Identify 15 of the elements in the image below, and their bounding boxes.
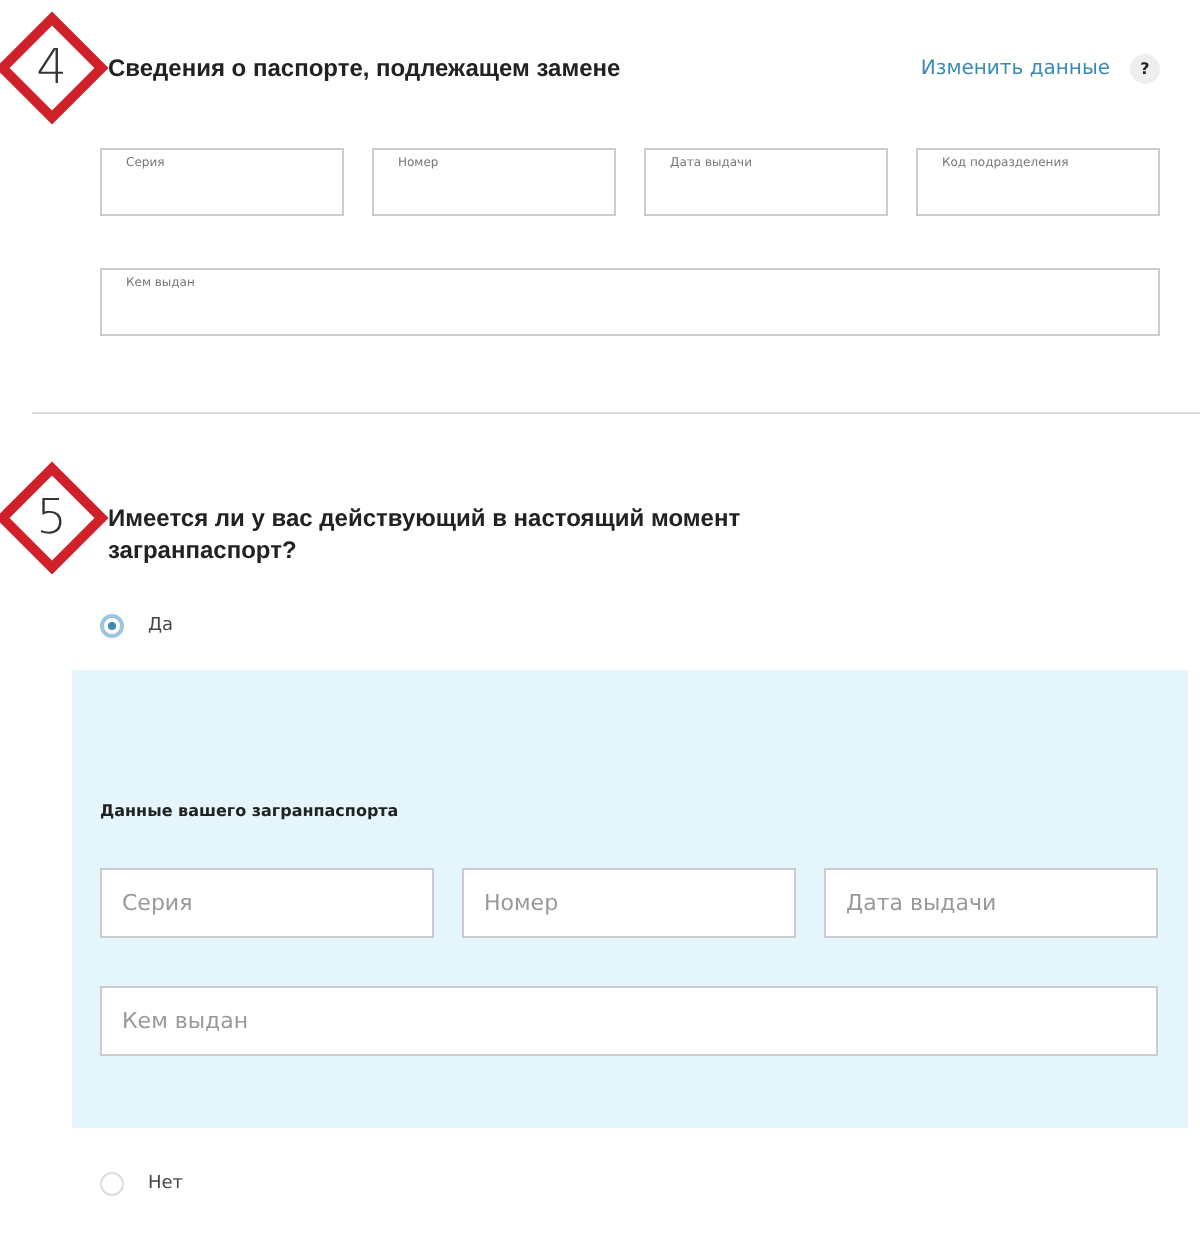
radio-button[interactable] [100,614,124,638]
panel-title: Данные вашего загранпаспорта [100,802,401,820]
step-badge: 5 [0,461,109,575]
option-label: Да [148,616,174,636]
step-badge: 4 [0,11,109,125]
input-field[interactable]: Серия [100,868,434,938]
help-button[interactable]: ? [1130,53,1160,83]
section-title: Сведения о паспорте, подлежащем замене [108,54,623,82]
edit-data-link[interactable]: Изменить данные [920,57,1110,79]
radio-button[interactable] [100,1172,124,1196]
option-label: Нет [148,1174,184,1194]
input-field[interactable]: Дата выдачи [824,868,1158,938]
question-text: Имеется ли у вас действующий в настоящий момент загранпаспорт? [108,504,743,568]
input-field[interactable]: Номер [462,868,796,938]
input-field[interactable]: Кем выдан [100,986,1158,1056]
